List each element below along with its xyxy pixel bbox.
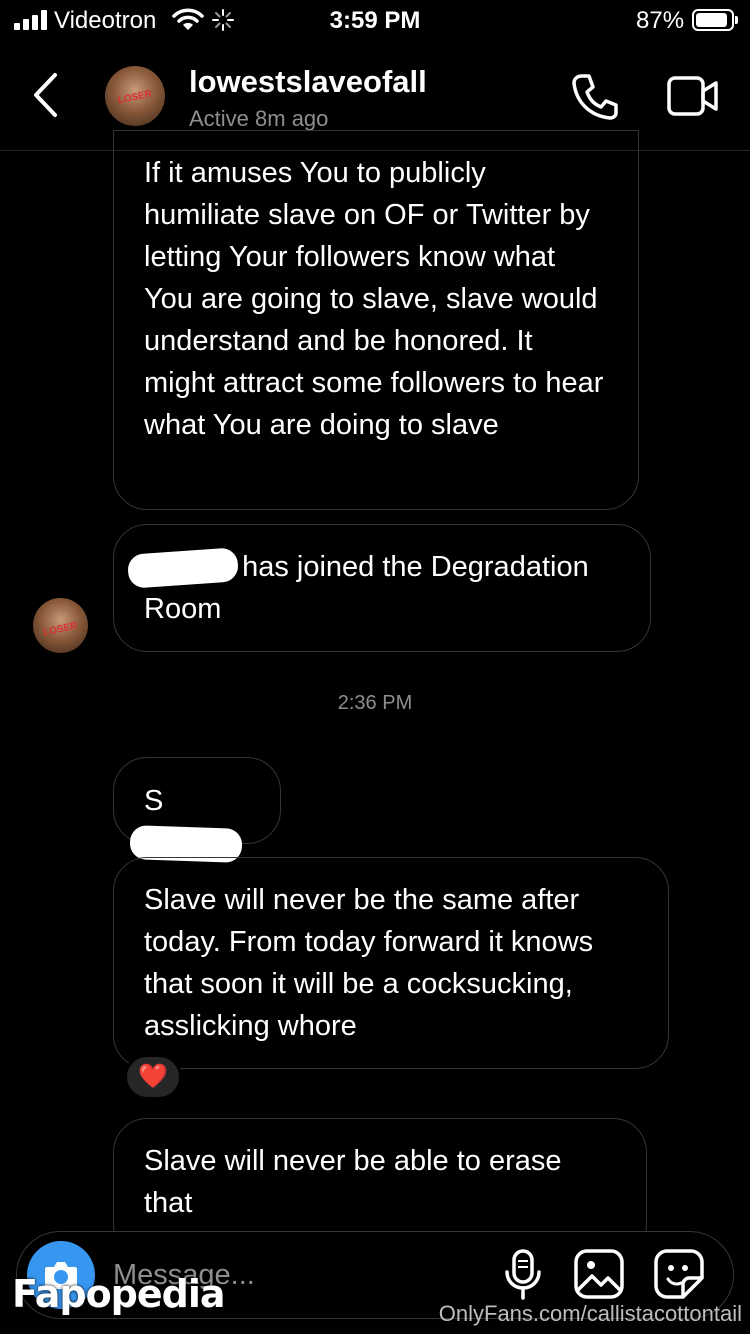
- avatar[interactable]: [105, 66, 165, 126]
- back-chevron-icon[interactable]: [30, 72, 60, 118]
- gallery-icon[interactable]: [573, 1248, 625, 1300]
- chat-username[interactable]: lowestslaveofall: [189, 64, 427, 100]
- redaction-mark: [126, 547, 240, 590]
- avatar[interactable]: [33, 598, 88, 653]
- message-bubble[interactable]: S: [113, 757, 281, 864]
- battery-percent: 87%: [636, 7, 685, 34]
- message-text: Slave will never be able to erase that: [144, 1145, 562, 1219]
- status-bar: Videotron 3:59 PM 87%: [0, 0, 750, 44]
- video-camera-icon[interactable]: [667, 74, 719, 118]
- message-text: S: [144, 785, 164, 817]
- phone-icon[interactable]: [570, 72, 620, 122]
- message-text: Slave will never be the same after today…: [144, 884, 594, 1042]
- message-text: If it amuses You to publicly humiliate s…: [144, 157, 604, 441]
- watermark-logo: Fapopedia: [12, 1272, 226, 1316]
- active-status: Active 8m ago: [189, 106, 329, 131]
- message-bubble[interactable]: If it amuses You to publicly humiliate s…: [113, 130, 639, 510]
- battery-icon: [692, 9, 734, 31]
- timestamp-divider: 2:36 PM: [337, 692, 413, 714]
- sticker-icon[interactable]: [653, 1248, 705, 1300]
- message-bubble[interactable]: has joined the Degradation Room: [113, 524, 651, 652]
- message-bubble[interactable]: Slave will never be the same after today…: [113, 857, 669, 1069]
- battery-tip: [735, 16, 738, 24]
- microphone-icon[interactable]: [503, 1248, 543, 1302]
- heart-reaction[interactable]: ❤️: [124, 1054, 182, 1100]
- watermark-url: OnlyFans.com/callistacottontail: [438, 1301, 742, 1326]
